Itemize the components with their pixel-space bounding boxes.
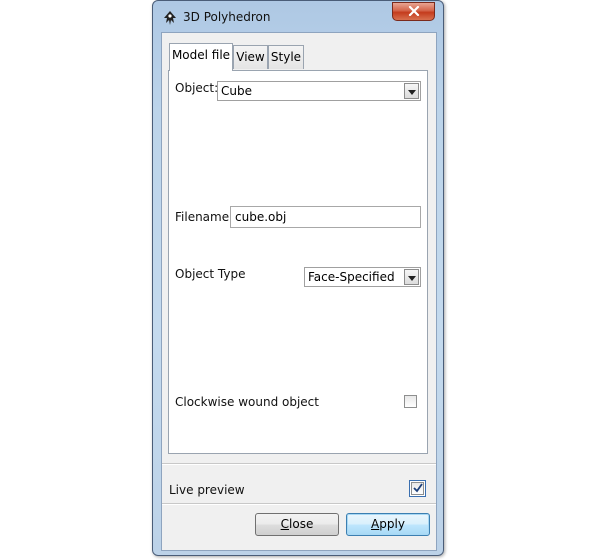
tab-style[interactable]: Style — [268, 45, 304, 69]
close-icon — [408, 5, 420, 19]
apply-button[interactable]: Apply — [346, 513, 430, 536]
close-button[interactable]: Close — [255, 513, 339, 536]
window-close-button[interactable] — [392, 2, 435, 21]
apply-button-label: pply — [379, 517, 405, 531]
object-select-dropdown-button[interactable] — [404, 83, 419, 99]
tab-model-file[interactable]: Model file — [169, 43, 233, 71]
close-button-label: lose — [289, 517, 314, 531]
object-type-select-value: Face-Specified — [308, 270, 395, 284]
object-select[interactable]: Cube — [217, 81, 421, 101]
model-file-panel: Object: Cube Filename: cube.obj Object T… — [168, 70, 428, 454]
object-type-select[interactable]: Face-Specified — [304, 267, 421, 287]
live-preview-checkbox[interactable] — [409, 480, 426, 497]
title-bar[interactable]: 3D Polyhedron — [153, 1, 443, 33]
inkscape-icon — [162, 10, 178, 26]
window-title: 3D Polyhedron — [183, 10, 271, 24]
filename-label: Filename: — [175, 210, 234, 224]
divider — [162, 503, 436, 505]
close-button-mnemonic: C — [280, 517, 290, 531]
chevron-down-icon — [407, 268, 416, 286]
object-select-value: Cube — [221, 84, 252, 98]
divider — [162, 463, 436, 465]
live-preview-label: Live preview — [169, 483, 245, 497]
dialog-client-area: Model file View Style Object: Cube Filen… — [161, 32, 437, 551]
object-label: Object: — [175, 81, 219, 95]
object-type-label: Object Type — [175, 267, 246, 281]
dialog-window: 3D Polyhedron Model file View Style Obje… — [152, 0, 444, 556]
filename-field[interactable]: cube.obj — [230, 206, 421, 228]
tab-view[interactable]: View — [233, 45, 268, 69]
object-type-dropdown-button[interactable] — [404, 269, 419, 285]
chevron-down-icon — [407, 82, 416, 100]
clockwise-checkbox[interactable] — [404, 395, 417, 408]
checkmark-icon — [412, 482, 424, 497]
clockwise-label: Clockwise wound object — [175, 395, 319, 409]
